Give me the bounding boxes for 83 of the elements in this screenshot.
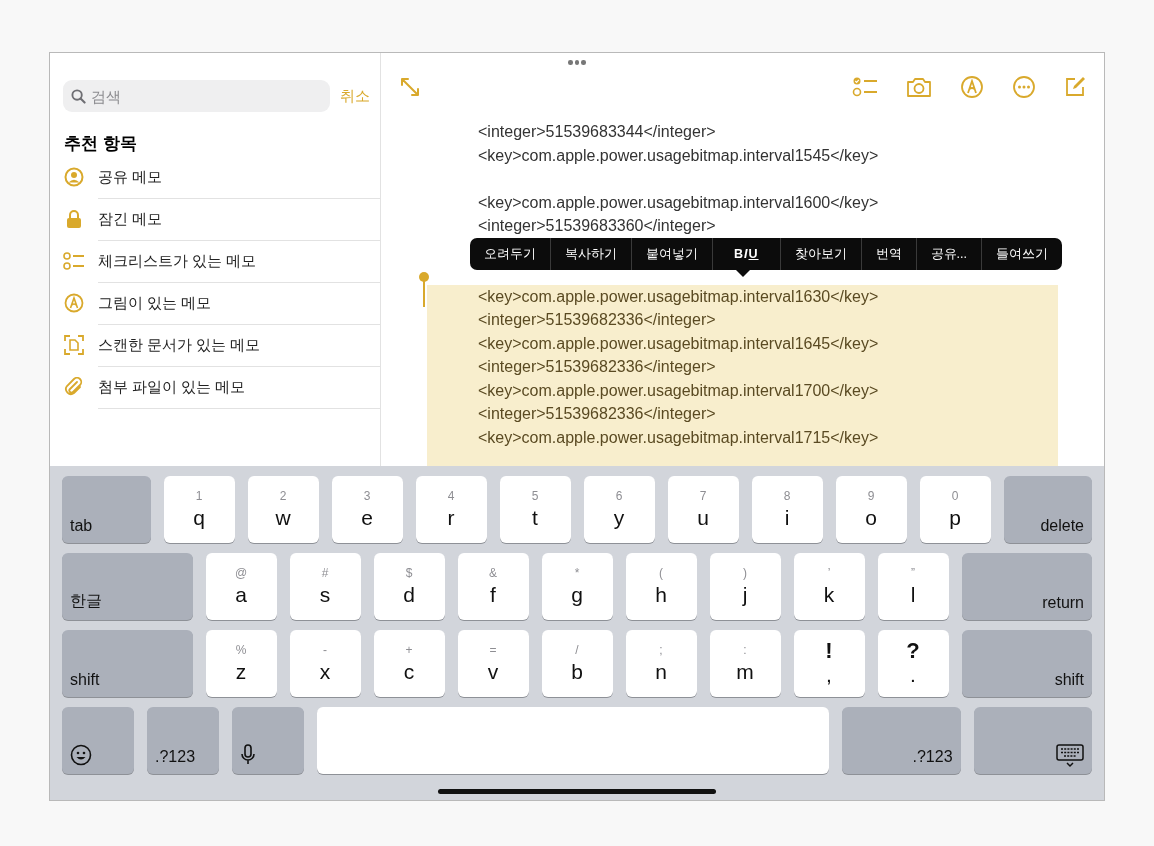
keyboard-key[interactable]: * g — [541, 553, 613, 620]
keyboard-key[interactable]: tab — [62, 476, 151, 543]
keyboard-key[interactable]: : m — [709, 630, 781, 697]
sidebar-item[interactable]: 공유 메모 — [50, 156, 380, 198]
pen-circle-icon[interactable] — [960, 74, 984, 99]
note-text-line: <key>com.apple.power.usagebitmap.interval1545</key> — [478, 146, 879, 164]
keyboard-key[interactable]: & f — [457, 553, 529, 620]
keyboard-key[interactable]: = v — [457, 630, 529, 697]
compose-icon[interactable] — [1064, 75, 1086, 98]
dictation-key[interactable] — [232, 707, 304, 774]
window-handle[interactable] — [568, 60, 586, 65]
keyboard-key[interactable]: / b — [541, 630, 613, 697]
menu-item[interactable]: 들여쓰기 — [981, 238, 1062, 270]
keyboard-key[interactable]: .?123 — [147, 707, 219, 774]
keyboard-key[interactable]: ; n — [625, 630, 697, 697]
keyboard-key[interactable]: ! , — [793, 630, 865, 697]
keyboard-key[interactable]: 2 w — [247, 476, 319, 543]
keyboard-key[interactable]: 0 p — [919, 476, 991, 543]
section-heading: 추천 항목 — [64, 133, 138, 155]
keyboard-key[interactable]: 8 i — [751, 476, 823, 543]
checklist-icon — [63, 252, 85, 270]
keyboard-key[interactable]: 9 o — [835, 476, 907, 543]
menu-item[interactable]: 오려두기 — [470, 238, 550, 270]
note-text-line: <key>com.apple.power.usagebitmap.interval1630</key> — [478, 287, 879, 305]
note-text-line: <integer>51539683344</integer> — [478, 123, 716, 140]
smiley-icon — [70, 744, 92, 766]
keyboard-key[interactable]: 4 r — [415, 476, 487, 543]
sidebar-item[interactable]: 그림이 있는 메모 — [50, 282, 380, 324]
keyboard-key[interactable]: shift — [62, 630, 193, 697]
keyboard-key[interactable]: ’ k — [793, 553, 865, 620]
keyboard-key[interactable]: delete — [1003, 476, 1092, 543]
scan-document-icon — [64, 335, 84, 355]
microphone-icon — [240, 744, 256, 766]
keyboard-key[interactable]: shift — [961, 630, 1092, 697]
menu-item[interactable]: 번역 — [861, 238, 916, 270]
search-icon — [71, 89, 86, 104]
person-circle-icon — [64, 167, 84, 187]
note-text-line: <integer>51539683360</integer> — [478, 217, 716, 234]
keyboard-key[interactable]: 1 q — [163, 476, 235, 543]
sidebar-item[interactable]: 잠긴 메모 — [50, 198, 380, 240]
keyboard-key[interactable]: 7 u — [667, 476, 739, 543]
menu-item[interactable]: 붙여넣기 — [632, 238, 712, 270]
keyboard-key[interactable]: 5 t — [499, 476, 571, 543]
checklist-icon[interactable] — [852, 75, 878, 98]
note-text-line: <key>com.apple.power.usagebitmap.interval1600</key> — [478, 193, 879, 211]
keyboard-key[interactable]: $ d — [373, 553, 445, 620]
keyboard-key[interactable]: 6 y — [583, 476, 655, 543]
keyboard-key[interactable]: ? . — [877, 630, 949, 697]
expand-icon[interactable] — [399, 75, 421, 98]
keyboard-key[interactable]: ( h — [625, 553, 697, 620]
note-text-line: <key>com.apple.power.usagebitmap.interval1715</key> — [478, 428, 879, 446]
menu-item[interactable]: 공유... — [916, 238, 981, 270]
pen-circle-icon — [64, 293, 84, 313]
sidebar-item[interactable]: 스캔한 문서가 있는 메모 — [50, 324, 380, 366]
format-menu-item[interactable]: BIU — [713, 238, 780, 270]
keyboard-key[interactable]: ” l — [877, 553, 949, 620]
note-text-line: <key>com.apple.power.usagebitmap.interval1700</key> — [478, 381, 879, 399]
keyboard-icon — [1056, 744, 1084, 768]
menu-item[interactable]: 찾아보기 — [780, 238, 861, 270]
emoji-key[interactable] — [62, 707, 134, 774]
keyboard-key[interactable]: 한글 — [62, 553, 193, 620]
keyboard-key[interactable]: 3 e — [331, 476, 403, 543]
camera-icon[interactable] — [906, 75, 932, 98]
keyboard-key[interactable]: % z — [205, 630, 277, 697]
note-text-line: <integer>51539682336</integer> — [478, 405, 716, 422]
keyboard-key[interactable]: ) j — [709, 553, 781, 620]
keyboard-key[interactable]: - x — [289, 630, 361, 697]
keyboard-key[interactable]: # s — [289, 553, 361, 620]
note-text-line: <key>com.apple.power.usagebitmap.interval1645</key> — [478, 334, 879, 352]
hide-keyboard-key[interactable] — [973, 707, 1092, 774]
note-text-line: <integer>51539682336</integer> — [478, 358, 716, 375]
menu-item[interactable]: 복사하기 — [551, 238, 631, 270]
note-text-line: <integer>51539682336</integer> — [478, 311, 716, 328]
sidebar-item[interactable]: 첨부 파일이 있는 메모 — [50, 366, 380, 408]
sidebar-item[interactable]: 체크리스트가 있는 메모 — [50, 240, 380, 282]
keyboard-key[interactable]: @ a — [205, 553, 277, 620]
keyboard-key[interactable]: + c — [373, 630, 445, 697]
keyboard-key[interactable]: return — [961, 553, 1092, 620]
more-icon[interactable] — [1012, 74, 1036, 99]
lock-icon — [66, 209, 82, 229]
paperclip-icon — [64, 377, 84, 397]
search-field[interactable]: 검색 — [63, 80, 330, 112]
keyboard-key[interactable]: .?123 — [842, 707, 961, 774]
